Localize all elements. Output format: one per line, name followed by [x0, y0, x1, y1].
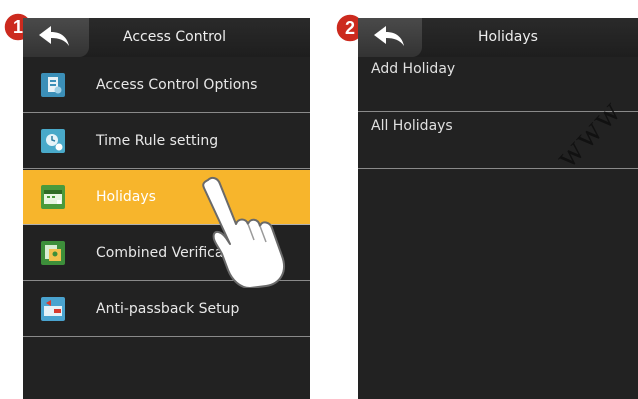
pointing-hand-icon: [202, 176, 285, 288]
holidays-screen: Holidays Add Holiday All Holidays: [358, 18, 638, 399]
back-arrow-icon: [39, 26, 69, 46]
back-arrow-icon: [374, 26, 404, 46]
combined-verification-icon: [41, 241, 65, 265]
step-2-number: 2: [345, 18, 355, 38]
title-bar: Holidays: [358, 18, 638, 57]
list-item-label: Add Holiday: [371, 61, 456, 77]
time-rule-icon: [41, 129, 65, 153]
menu-item-label: Access Control Options: [96, 77, 258, 93]
step-1-number: 1: [13, 17, 23, 37]
access-control-options-icon: [41, 73, 65, 97]
anti-passback-icon: [41, 297, 65, 321]
menu-item-access-control-options[interactable]: Access Control Options: [23, 58, 310, 113]
menu-item-time-rule-setting[interactable]: Time Rule setting: [23, 114, 310, 169]
menu-item-label: Time Rule setting: [96, 133, 219, 149]
page-title: Holidays: [478, 29, 538, 45]
back-button[interactable]: [358, 18, 422, 57]
menu-item-label: Anti-passback Setup: [96, 301, 240, 317]
list-item-label: All Holidays: [371, 118, 453, 134]
menu-item-label: Holidays: [96, 189, 156, 205]
back-button[interactable]: [23, 18, 89, 57]
title-bar: Access Control: [23, 18, 310, 57]
page-title: Access Control: [123, 29, 226, 45]
menu-item-anti-passback-setup[interactable]: Anti-passback Setup: [23, 282, 310, 337]
holidays-icon: [41, 185, 65, 209]
